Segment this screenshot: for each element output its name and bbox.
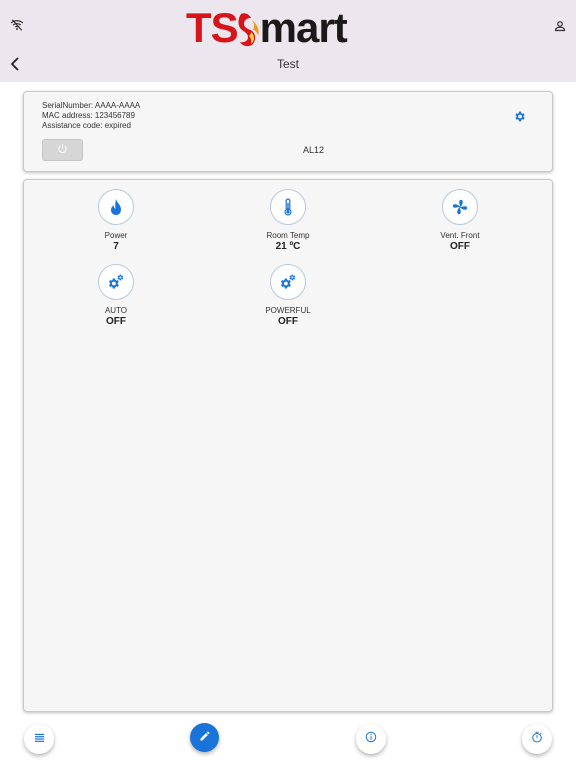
timer-button[interactable] [522,724,552,754]
brand-text-left: TS [186,4,239,51]
tile-room-temp[interactable]: Room Temp 21 ºC [238,189,338,253]
device-model: AL12 [303,145,325,155]
page-title: Test [276,57,299,71]
edit-button[interactable] [190,723,219,752]
tile-vent-front[interactable]: Vent. Front OFF [410,189,510,253]
app-header: TS mart Test [0,0,576,82]
wifi-off-icon[interactable] [8,16,26,34]
brand-text-right: mart [259,4,348,51]
tile-label: AUTO [104,306,128,315]
profile-icon[interactable] [550,16,570,36]
list-icon [34,730,45,748]
pencil-icon [199,729,211,747]
power-icon [57,141,68,159]
tile-label: Vent. Front [440,231,480,240]
flame-logo-icon [237,8,261,48]
settings-gear-icon[interactable] [511,108,527,124]
tile-value: OFF [106,316,126,327]
gears-icon [98,264,134,300]
info-button[interactable] [356,724,386,754]
menu-list-button[interactable] [24,724,54,754]
tile-value: OFF [450,241,470,252]
device-info-card: SerialNumber: AAAA-AAAA MAC address: 123… [23,91,553,172]
tile-auto[interactable]: AUTO OFF [66,264,166,328]
tile-value: OFF [278,316,298,327]
tile-powerful[interactable]: POWERFUL OFF [238,264,338,328]
mac-address: MAC address: 123456789 [42,111,135,120]
thermometer-icon [270,189,306,225]
serial-number: SerialNumber: AAAA-AAAA [42,101,141,110]
tile-label: POWERFUL [265,306,311,315]
tile-value: 7 [113,241,119,252]
tile-label: Room Temp [266,231,310,240]
tile-label: Power [104,231,128,240]
tile-power[interactable]: Power 7 [66,189,166,253]
timer-icon [531,730,543,748]
gears-icon [270,264,306,300]
info-icon [365,730,377,748]
fan-icon [442,189,478,225]
brand-logo: TS mart [186,6,396,50]
assistance-code: Assistance code: expired [42,121,131,130]
tile-value: 21 ºC [275,241,301,252]
flame-icon [98,189,134,225]
status-panel: Power 7 Room Temp 21 ºC Vent. Front OFF … [23,179,553,712]
power-toggle-button[interactable] [42,139,83,161]
